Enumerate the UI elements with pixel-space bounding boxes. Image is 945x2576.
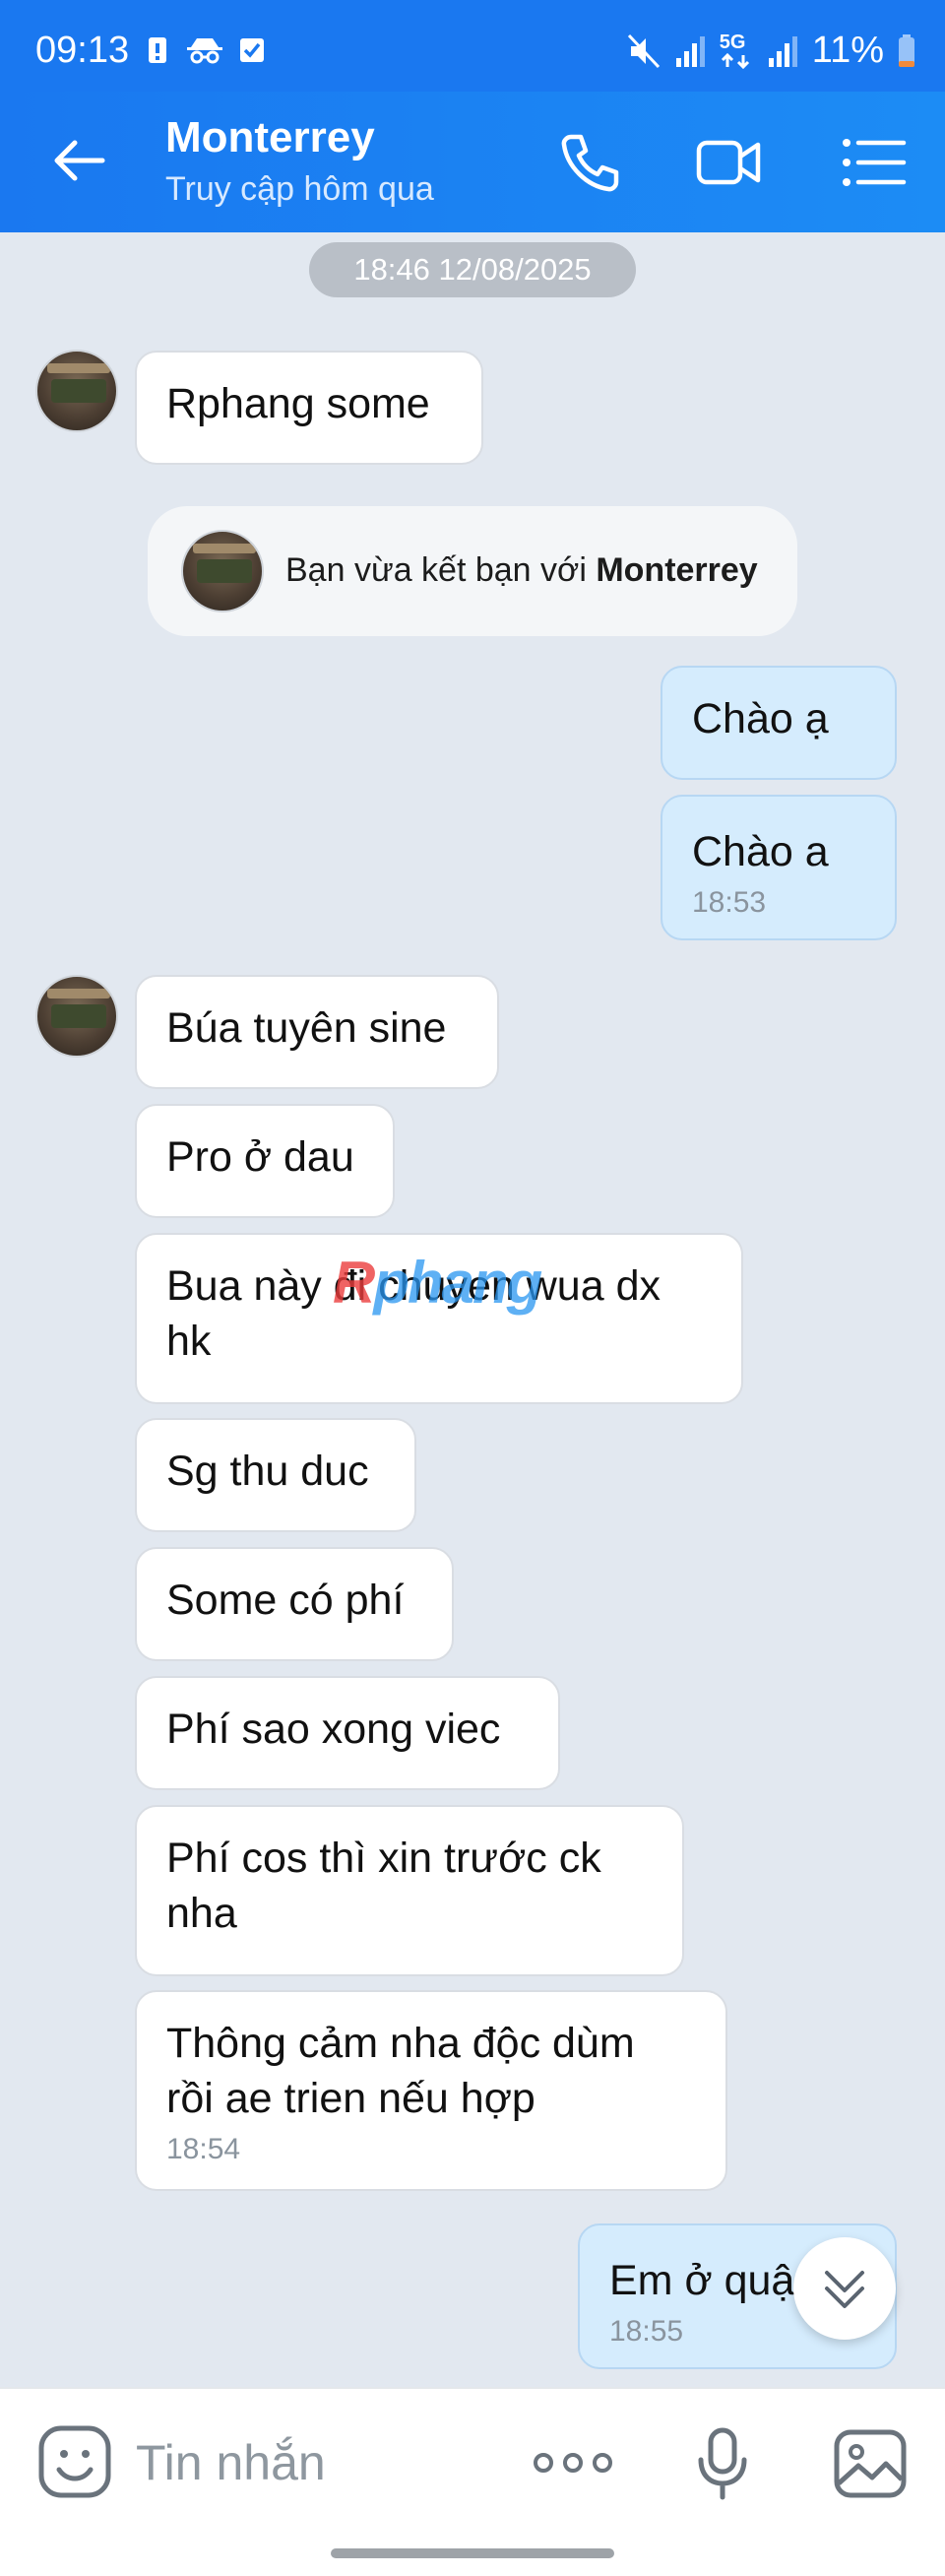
message-text-line2: hk [166,1318,212,1365]
notice-text: Bạn vừa kết bạn với Monterrey [285,551,758,590]
more-options-icon[interactable] [532,2448,614,2478]
message-text-line2: rồi ae trien nếu hợp [166,2075,536,2122]
network-type-label: 5G [719,31,746,53]
status-left-icons [144,35,266,65]
watermark-logo: Rphang [333,1249,542,1317]
last-seen-status: Truy cập hôm qua [165,170,434,208]
incoming-message[interactable]: Some có phí [135,1547,454,1661]
message-text-line2: nha [166,1890,237,1937]
signal-icon-2 [768,35,797,67]
battery-icon [899,33,914,67]
network-type-icon: 5G [720,32,753,71]
contact-avatar[interactable] [35,350,118,432]
phone-call-icon[interactable] [557,131,624,194]
contact-avatar[interactable] [35,975,118,1058]
home-indicator[interactable] [331,2548,614,2558]
message-text: Búa tuyên sine [166,1004,447,1052]
incoming-message[interactable]: Phí cos thì xin trước ck nha [135,1805,684,1976]
contact-name[interactable]: Monterrey [165,113,375,162]
status-bar: 09:13 5G 11% [0,0,945,92]
notice-avatar [181,530,264,612]
watermark-rest: phang [373,1250,542,1316]
scroll-to-bottom-button[interactable] [793,2237,896,2340]
message-text: Rphang some [166,380,430,427]
incognito-icon [187,38,222,64]
incoming-message[interactable]: Pro ở dau [135,1104,395,1218]
message-text: Sg thu duc [166,1448,369,1495]
message-text: Phí sao xong viec [166,1706,501,1753]
emoji-icon[interactable] [37,2424,112,2499]
battery-alert-icon [149,37,166,63]
outgoing-message[interactable]: Chào ạ [661,666,897,780]
microphone-icon[interactable] [695,2426,750,2501]
outgoing-message[interactable]: Chào a 18:53 [661,795,897,940]
battery-percent: 11% [811,30,884,71]
video-call-icon[interactable] [695,131,762,194]
status-right-icons: 5G 11% [627,30,915,72]
message-text-line1: Phí cos thì xin trước ck [166,1835,601,1882]
message-time: 18:53 [692,886,767,919]
incoming-message[interactable]: Sg thu duc [135,1418,416,1532]
date-separator: 18:46 12/08/2025 [309,242,636,297]
watermark-initial: R [333,1250,375,1316]
mute-icon [627,33,660,68]
friend-notice: Bạn vừa kết bạn với Monterrey [148,506,797,636]
status-time: 09:13 [35,30,130,71]
message-time: 18:54 [166,2133,241,2165]
incoming-message[interactable]: Phí sao xong viec [135,1676,560,1790]
menu-list-icon[interactable] [841,131,908,194]
incoming-message[interactable]: Rphang some [135,351,483,465]
back-arrow-icon[interactable] [49,131,108,190]
message-text: Chào ạ [692,695,829,742]
message-input[interactable]: Tin nhắn [136,2434,326,2491]
double-chevron-down-icon [825,2271,864,2308]
image-gallery-icon[interactable] [833,2428,908,2499]
message-text: Pro ở dau [166,1133,354,1181]
chat-header: Monterrey Truy cập hôm qua [0,92,945,232]
message-text: Some có phí [166,1577,405,1624]
message-text: Em ở quậ [609,2257,795,2304]
notice-contact-name: Monterrey [596,551,758,589]
signal-icon [675,35,705,67]
incoming-message[interactable]: Búa tuyên sine [135,975,499,1089]
notice-prefix: Bạn vừa kết bạn với [285,551,587,589]
message-text: Chào a [692,828,829,875]
checkbox-icon [240,38,264,62]
message-text-line1: Thông cảm nha độc dùm [166,2020,635,2067]
incoming-message[interactable]: Thông cảm nha độc dùm rồi ae trien nếu h… [135,1990,727,2191]
